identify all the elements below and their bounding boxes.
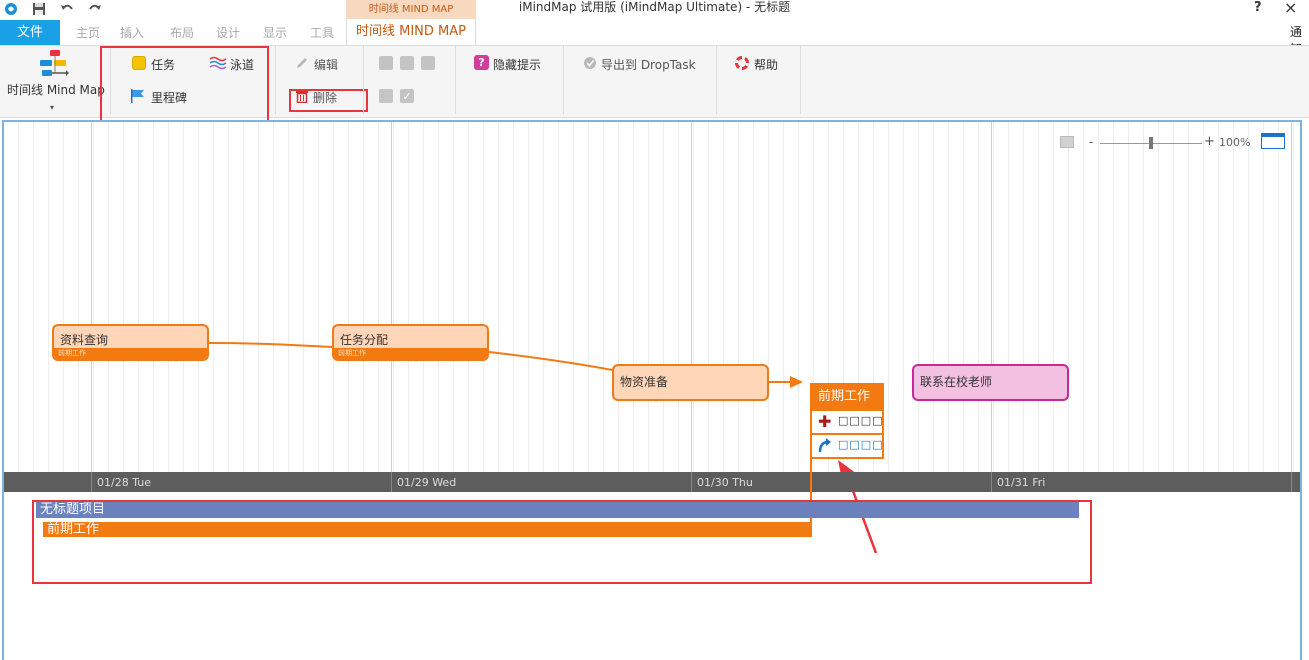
task-tag-strip: 前期工作 xyxy=(334,348,487,359)
popup-add-row[interactable]: ✚ □□□□ xyxy=(812,409,884,433)
date-tick xyxy=(691,472,692,492)
task-tag: 前期工作 xyxy=(338,349,366,357)
date-tick xyxy=(391,472,392,492)
task-card[interactable]: 任务分配 前期工作 xyxy=(332,324,489,361)
popup-link-row[interactable]: □□□□ xyxy=(812,433,884,457)
task-title: 物资准备 xyxy=(620,375,669,389)
task-tag-strip: 前期工作 xyxy=(54,348,207,359)
date-tick xyxy=(991,472,992,492)
task-card[interactable]: 资料查询 前期工作 xyxy=(52,324,209,361)
task-card[interactable]: 联系在校老师 xyxy=(912,364,1069,401)
date-tick xyxy=(1291,472,1292,492)
popup-title: 前期工作 xyxy=(812,385,882,409)
task-card[interactable]: 物资准备 xyxy=(612,364,769,401)
task-title: 资料查询 xyxy=(60,333,109,347)
date-label: 01/31 Fri xyxy=(997,476,1046,489)
plus-icon: ✚ xyxy=(818,412,832,431)
date-tick xyxy=(91,472,92,492)
date-axis xyxy=(4,472,1300,492)
date-label: 01/30 Thu xyxy=(697,476,753,489)
task-title: 任务分配 xyxy=(340,333,389,347)
date-label: 01/28 Tue xyxy=(97,476,151,489)
share-arrow-icon xyxy=(818,437,832,456)
popup-row-label: □□□□ xyxy=(838,438,884,451)
annotation-highlight-box xyxy=(32,500,1092,584)
task-tag: 前期工作 xyxy=(58,349,86,357)
task-title: 联系在校老师 xyxy=(920,375,993,389)
swimlane-popup: 前期工作 ✚ □□□□ □□□□ xyxy=(810,383,884,459)
popup-row-label: □□□□ xyxy=(838,414,884,427)
date-label: 01/29 Wed xyxy=(397,476,457,489)
